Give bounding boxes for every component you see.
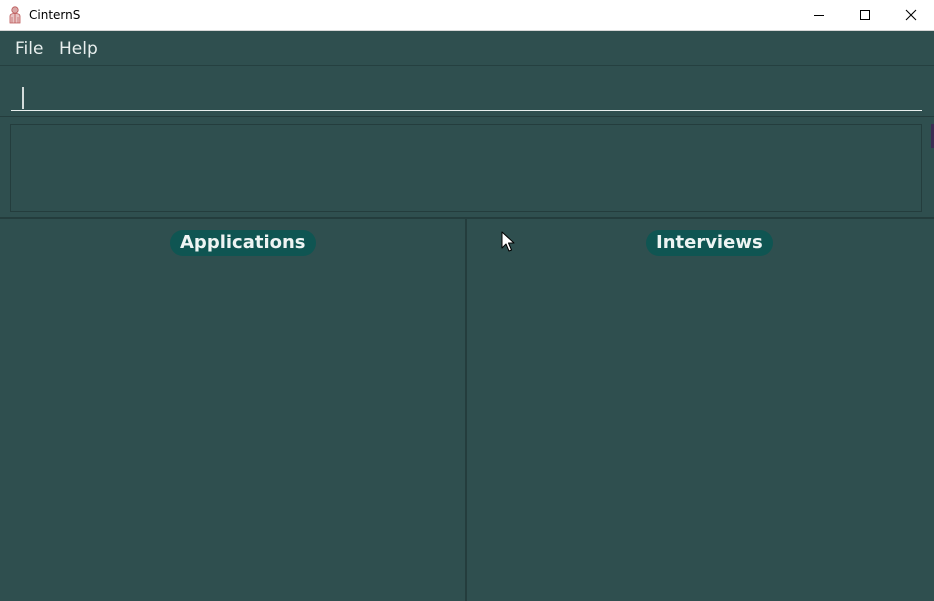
app-window: CinternS File Help Applications Intervie… — [0, 0, 934, 601]
applications-header: Applications — [170, 230, 316, 256]
result-display — [10, 124, 922, 212]
minimize-button[interactable] — [796, 0, 842, 30]
app-logo-icon — [9, 6, 21, 24]
text-caret — [22, 87, 24, 109]
menu-file[interactable]: File — [15, 39, 43, 59]
menu-bar: File Help — [0, 31, 934, 66]
maximize-icon — [860, 10, 870, 20]
close-icon — [905, 9, 917, 21]
applications-panel[interactable]: Applications — [0, 219, 465, 601]
interviews-panel[interactable]: Interviews — [467, 219, 934, 601]
command-box — [0, 67, 934, 117]
close-button[interactable] — [888, 0, 934, 30]
minimize-icon — [814, 15, 824, 16]
menu-help[interactable]: Help — [59, 39, 98, 59]
title-bar: CinternS — [0, 0, 934, 31]
mouse-cursor-icon — [501, 231, 515, 252]
window-title: CinternS — [29, 8, 81, 22]
maximize-button[interactable] — [842, 0, 888, 30]
interviews-header: Interviews — [646, 230, 773, 256]
command-input[interactable] — [11, 75, 922, 111]
